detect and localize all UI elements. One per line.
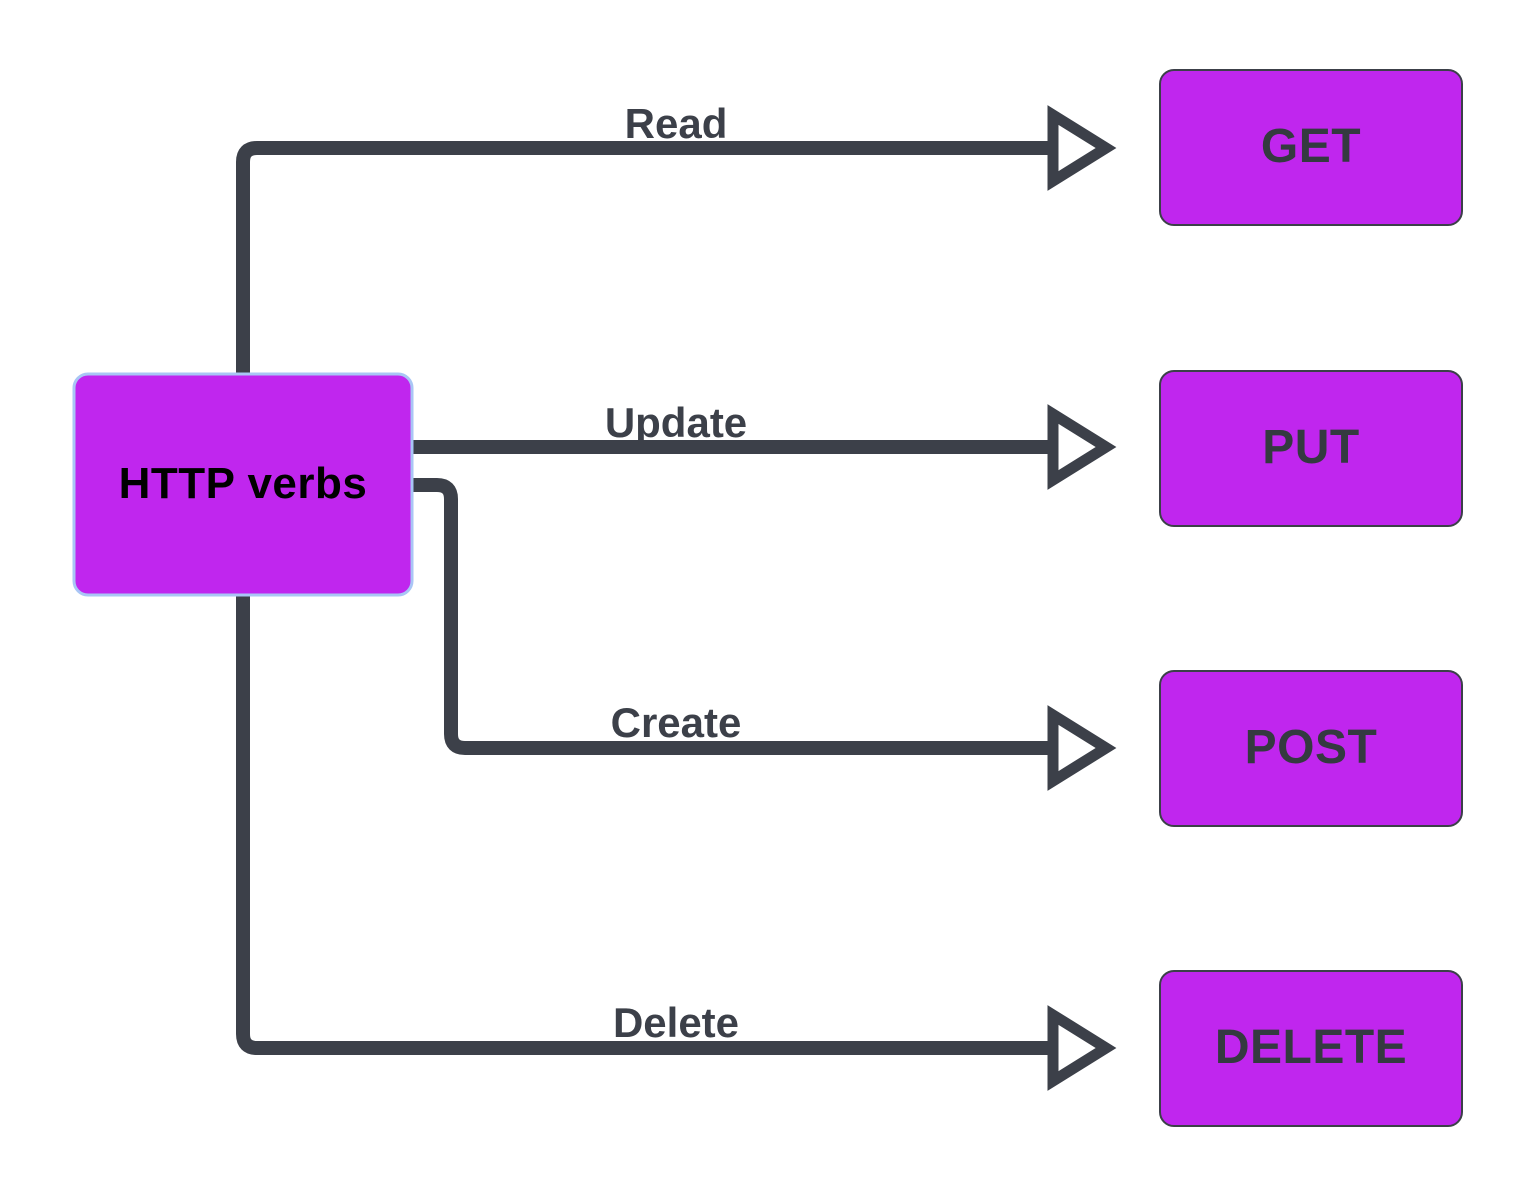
edge-label-update: Update bbox=[605, 399, 747, 446]
diagram-canvas: Read Update Create Delete HTTP verbs GET… bbox=[0, 0, 1538, 1200]
edge-labels-layer: Read Update Create Delete bbox=[605, 100, 747, 1046]
node-delete-label: DELETE bbox=[1215, 1021, 1407, 1074]
edge-create-path bbox=[412, 478, 1100, 755]
node-put-label: PUT bbox=[1262, 421, 1360, 474]
node-post-label: POST bbox=[1245, 721, 1378, 774]
node-http-verbs-label: HTTP verbs bbox=[119, 459, 368, 508]
arrowhead-read-icon bbox=[1047, 105, 1117, 191]
node-get[interactable]: GET bbox=[1159, 69, 1463, 226]
node-post[interactable]: POST bbox=[1159, 670, 1463, 827]
arrowhead-create-icon bbox=[1047, 705, 1117, 791]
node-delete[interactable]: DELETE bbox=[1159, 970, 1463, 1127]
arrowhead-update-icon bbox=[1047, 404, 1117, 490]
node-get-label: GET bbox=[1261, 120, 1361, 173]
diagram-svg: Read Update Create Delete HTTP verbs GET… bbox=[72, 69, 1463, 1127]
edge-label-delete: Delete bbox=[613, 999, 739, 1046]
node-put[interactable]: PUT bbox=[1159, 370, 1463, 527]
edge-delete-path bbox=[236, 595, 1100, 1055]
edges-layer bbox=[236, 141, 1100, 1055]
edge-label-read: Read bbox=[625, 100, 728, 147]
node-http-verbs[interactable]: HTTP verbs bbox=[72, 372, 414, 597]
edge-label-create: Create bbox=[611, 699, 742, 746]
arrowheads-layer bbox=[1047, 105, 1117, 1091]
arrowhead-delete-icon bbox=[1047, 1005, 1117, 1091]
edge-read-path bbox=[236, 141, 1100, 374]
